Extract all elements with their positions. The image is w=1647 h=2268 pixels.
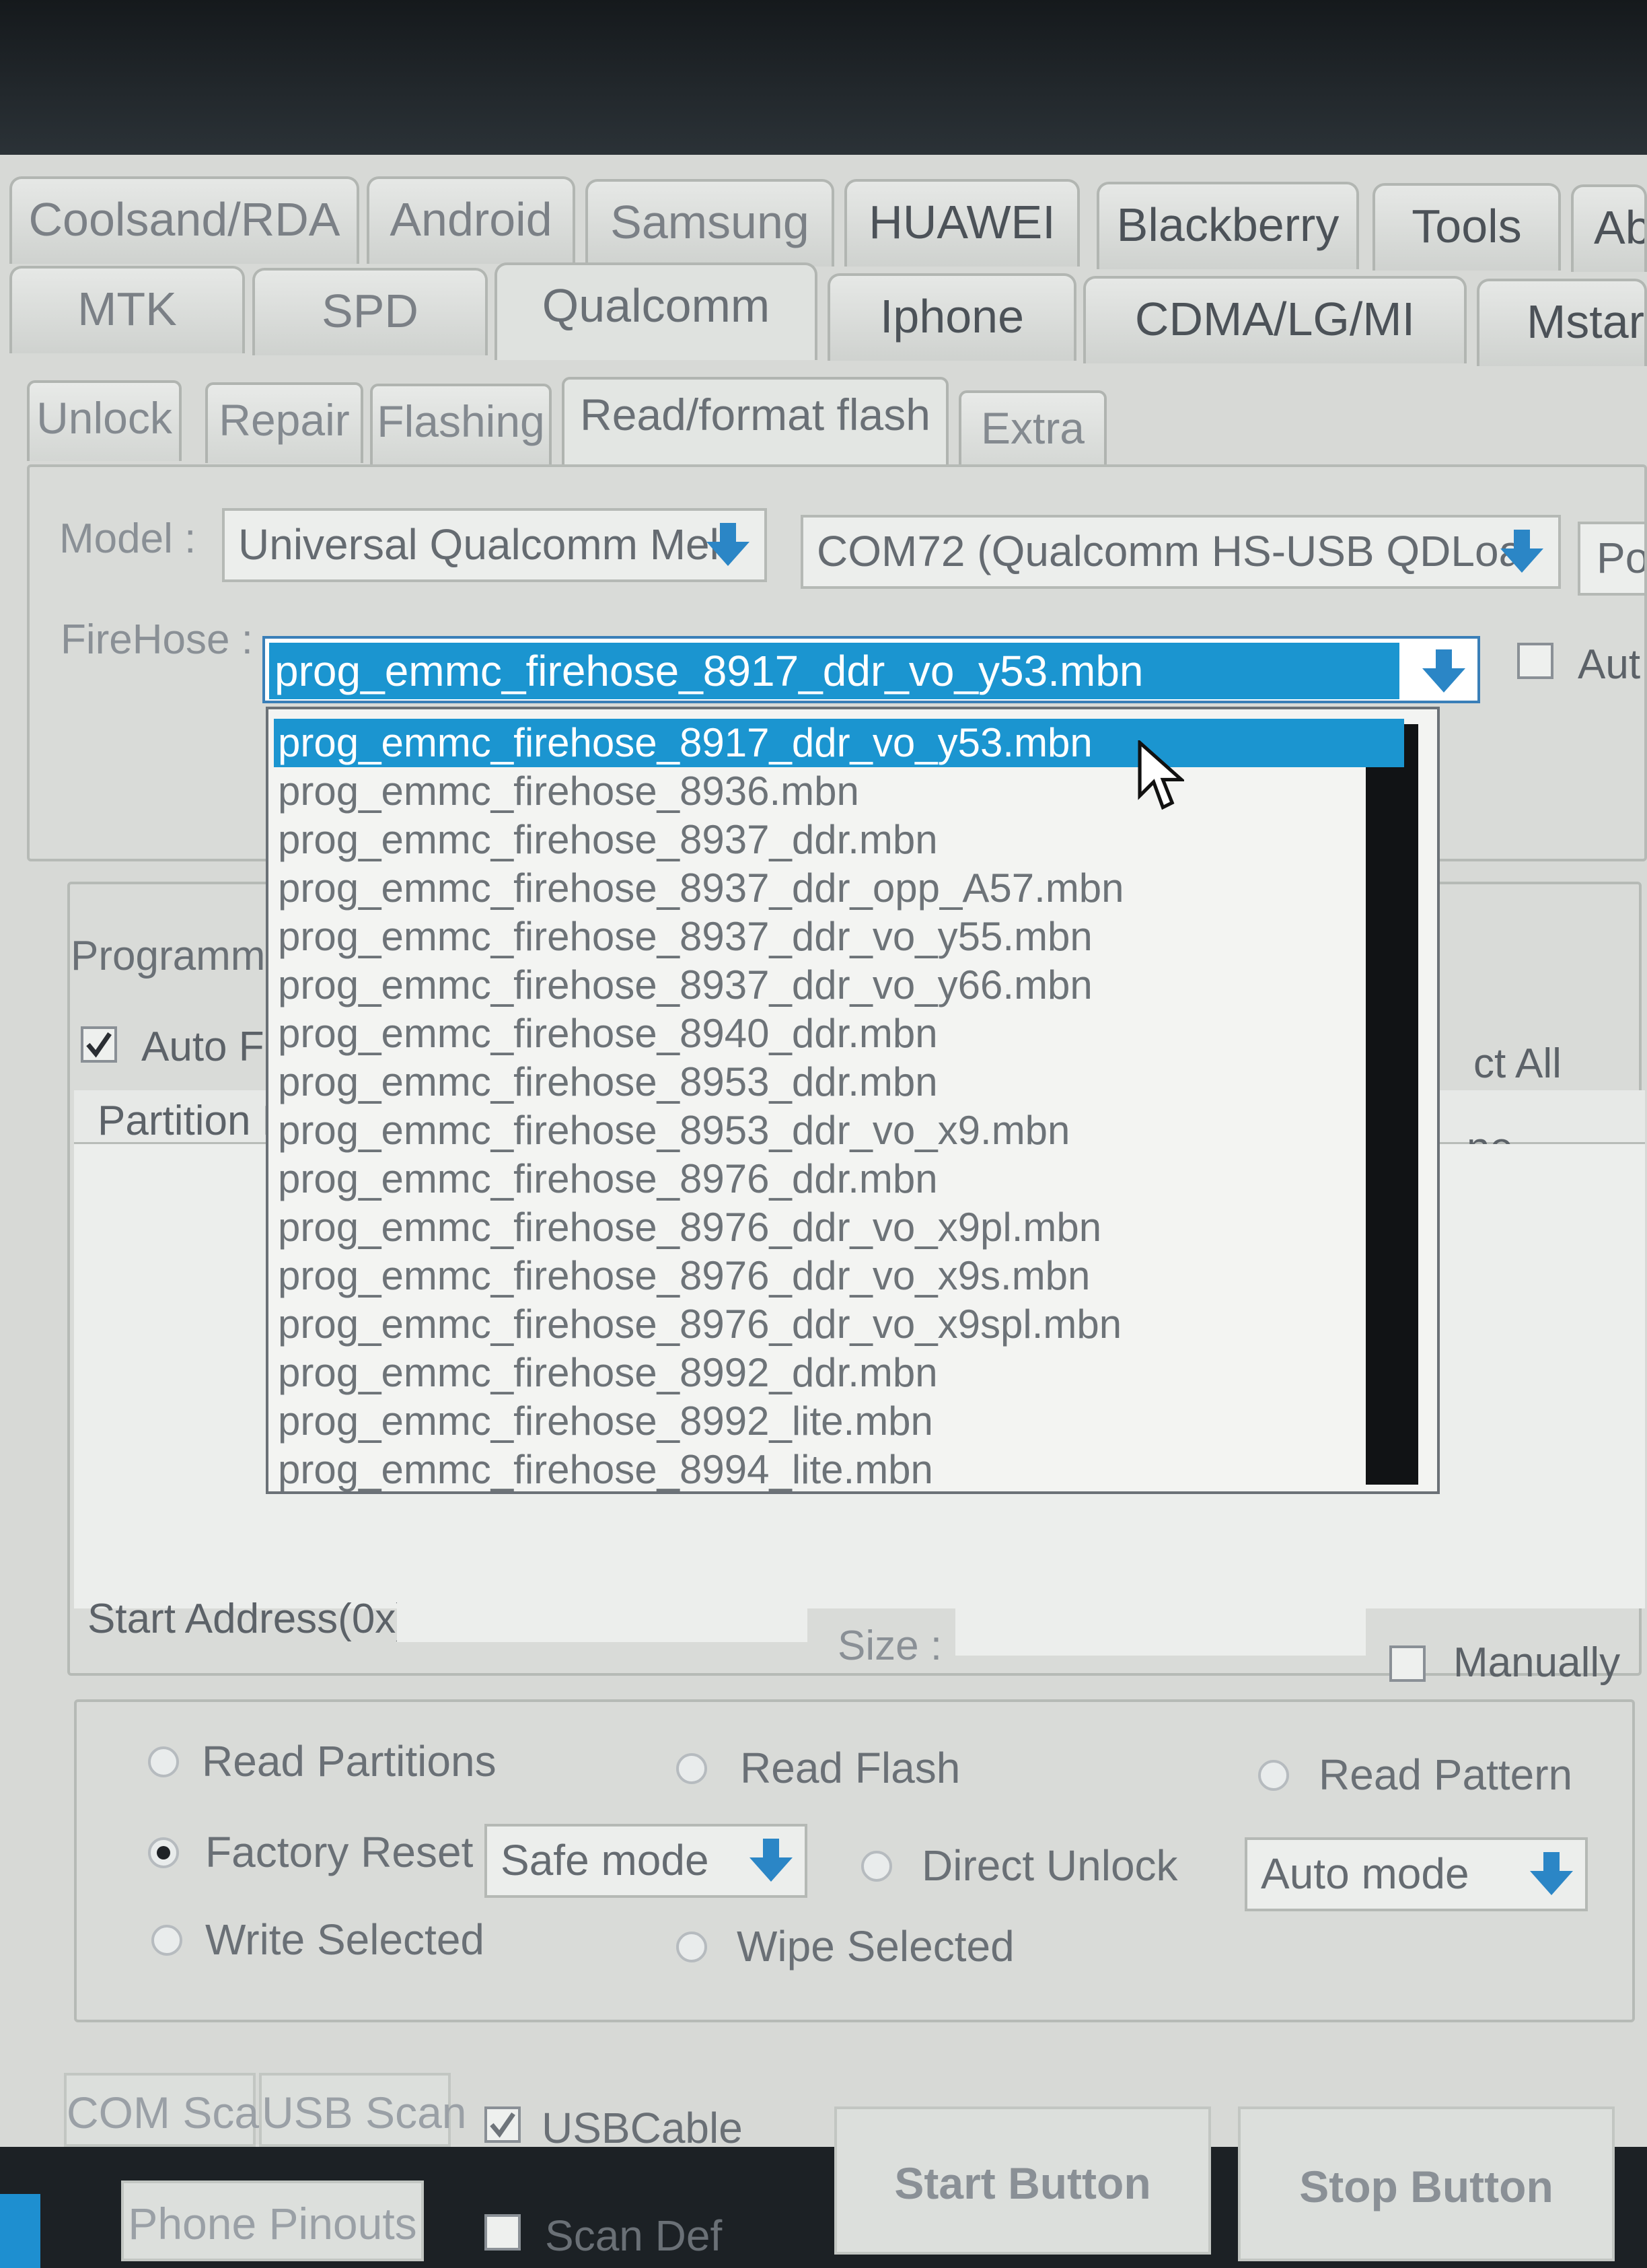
scan-def-label: Scan Def — [545, 2211, 723, 2260]
tab-samsung[interactable]: Samsung — [585, 179, 834, 267]
direct-unlock-label: Direct Unlock — [922, 1841, 1178, 1890]
tab-iphone[interactable]: Iphone — [828, 273, 1076, 361]
size-label: Size : — [838, 1623, 943, 1669]
side-accent — [0, 2194, 40, 2268]
usb-cable-checkbox[interactable] — [484, 2106, 521, 2143]
tab-qualcomm[interactable]: Qualcomm — [495, 262, 817, 360]
com-scan-button[interactable]: COM Scan — [64, 2073, 284, 2147]
tab-tools[interactable]: Tools — [1372, 183, 1561, 271]
port-select[interactable]: COM72 (Qualcomm HS-USB QDLoa — [801, 515, 1561, 589]
read-pattern-radio[interactable] — [1258, 1760, 1289, 1791]
subtab-read-format-flash[interactable]: Read/format flash — [562, 377, 949, 468]
read-flash-radio[interactable] — [676, 1753, 707, 1784]
auto-mode-select[interactable]: Auto mode — [1245, 1837, 1588, 1911]
chevron-down-icon[interactable] — [1495, 524, 1549, 578]
chevron-down-icon[interactable] — [744, 1833, 798, 1887]
manually-label: Manually — [1453, 1639, 1621, 1686]
safe-mode-value: Safe mode — [501, 1836, 709, 1884]
start-address-input[interactable] — [397, 1595, 807, 1642]
scan-def-checkbox[interactable] — [484, 2214, 521, 2251]
firehose-option[interactable]: prog_emmc_firehose_8976_ddr_vo_x9s.mbn — [274, 1252, 1404, 1300]
write-selected-radio[interactable] — [151, 1925, 182, 1956]
tab-mtk[interactable]: MTK — [9, 266, 245, 353]
tab-huawei[interactable]: HUAWEI — [844, 179, 1080, 267]
model-select[interactable]: Universal Qualcomm Mel — [222, 508, 767, 582]
tab-spd[interactable]: SPD — [252, 268, 488, 355]
read-pattern-label: Read Pattern — [1319, 1750, 1573, 1799]
read-flash-label: Read Flash — [740, 1744, 961, 1792]
tab-blackberry[interactable]: Blackberry — [1097, 182, 1359, 269]
start-address-label: Start Address(0x) — [87, 1596, 410, 1642]
column-partition-name: Partition N — [98, 1098, 293, 1144]
tab-about[interactable]: Ab — [1571, 184, 1647, 272]
firehose-option[interactable]: prog_emmc_firehose_8937_ddr_vo_y66.mbn — [274, 961, 1404, 1009]
usb-scan-button[interactable]: USB Scan — [259, 2073, 466, 2147]
monitor-bezel — [0, 0, 1647, 155]
auto-mode-value: Auto mode — [1261, 1849, 1469, 1898]
auto-label: Auto F — [141, 1024, 264, 1070]
tab-mstar[interactable]: Mstar/ — [1477, 279, 1647, 366]
firehose-option[interactable]: prog_emmc_firehose_8953_ddr_vo_x9.mbn — [274, 1106, 1404, 1155]
programmer-label: Programme — [71, 933, 289, 979]
select-all-label[interactable]: ct All — [1473, 1040, 1562, 1088]
auto-firehose-label: Aut — [1578, 641, 1641, 688]
firehose-option[interactable]: prog_emmc_firehose_8937_ddr_vo_y55.mbn — [274, 913, 1404, 961]
wipe-selected-radio[interactable] — [676, 1932, 707, 1962]
chevron-down-icon[interactable] — [1525, 1847, 1578, 1901]
firehose-option[interactable]: prog_emmc_firehose_8976_ddr.mbn — [274, 1155, 1404, 1203]
model-label: Model : — [59, 516, 196, 562]
firehose-option[interactable]: prog_emmc_firehose_8936.mbn — [274, 767, 1404, 816]
port-select-value: COM72 (Qualcomm HS-USB QDLoa — [817, 527, 1523, 575]
chevron-down-icon[interactable] — [1417, 644, 1471, 698]
firehose-option[interactable]: prog_emmc_firehose_8940_ddr.mbn — [274, 1009, 1404, 1058]
wipe-selected-label: Wipe Selected — [737, 1922, 1015, 1971]
subtab-repair[interactable]: Repair — [205, 382, 363, 463]
firehose-option[interactable]: prog_emmc_firehose_8992_lite.mbn — [274, 1397, 1404, 1446]
tab-coolsand-rda[interactable]: Coolsand/RDA — [9, 176, 359, 264]
tab-android[interactable]: Android — [367, 176, 575, 264]
manually-checkbox[interactable] — [1389, 1645, 1426, 1682]
write-selected-label: Write Selected — [205, 1915, 484, 1964]
firehose-option[interactable]: prog_emmc_firehose_8917_ddr_vo_y53.mbn — [274, 719, 1404, 767]
port-button[interactable]: Po — [1578, 522, 1647, 596]
firehose-option[interactable]: prog_emmc_firehose_8953_ddr.mbn — [274, 1058, 1404, 1106]
firehose-dropdown-list: prog_emmc_firehose_8917_ddr_vo_y53.mbn pr… — [266, 707, 1440, 1494]
factory-reset-radio[interactable] — [148, 1837, 179, 1868]
subtab-unlock[interactable]: Unlock — [27, 380, 182, 461]
firehose-option[interactable]: prog_emmc_firehose_8994_lite.mbn — [274, 1446, 1404, 1491]
safe-mode-select[interactable]: Safe mode — [484, 1824, 807, 1898]
firehose-option[interactable]: prog_emmc_firehose_8976_ddr_vo_x9spl.mbn — [274, 1300, 1404, 1349]
mouse-cursor-icon — [1137, 738, 1186, 814]
auto-firehose-checkbox[interactable] — [1517, 643, 1553, 679]
stop-button[interactable]: Stop Button — [1238, 2106, 1615, 2261]
model-select-value: Universal Qualcomm Mel — [238, 520, 719, 569]
chevron-down-icon[interactable] — [701, 518, 755, 571]
firehose-option[interactable]: prog_emmc_firehose_8937_ddr.mbn — [274, 816, 1404, 864]
firehose-label: FireHose : — [61, 616, 253, 663]
firehose-select[interactable]: prog_emmc_firehose_8917_ddr_vo_y53.mbn — [262, 636, 1480, 703]
firehose-option[interactable]: prog_emmc_firehose_8976_ddr_vo_x9pl.mbn — [274, 1203, 1404, 1252]
auto-checkbox[interactable] — [81, 1026, 117, 1063]
start-button[interactable]: Start Button — [834, 2106, 1211, 2255]
firehose-select-value: prog_emmc_firehose_8917_ddr_vo_y53.mbn — [269, 643, 1399, 699]
read-partitions-radio[interactable] — [148, 1746, 179, 1777]
subtab-flashing[interactable]: Flashing — [370, 384, 552, 464]
size-input[interactable] — [955, 1608, 1366, 1656]
firehose-option[interactable]: prog_emmc_firehose_8937_ddr_opp_A57.mbn — [274, 864, 1404, 913]
factory-reset-label: Factory Reset — [205, 1828, 474, 1876]
direct-unlock-radio[interactable] — [861, 1851, 892, 1882]
phone-pinouts-button[interactable]: Phone Pinouts — [121, 2181, 424, 2261]
read-partitions-label: Read Partitions — [202, 1737, 497, 1785]
tab-cdma-lg-mi[interactable]: CDMA/LG/MI — [1083, 276, 1467, 363]
usb-cable-label: USBCable — [542, 2104, 743, 2152]
subtab-extra[interactable]: Extra — [959, 390, 1107, 471]
firehose-option[interactable]: prog_emmc_firehose_8992_ddr.mbn — [274, 1349, 1404, 1397]
